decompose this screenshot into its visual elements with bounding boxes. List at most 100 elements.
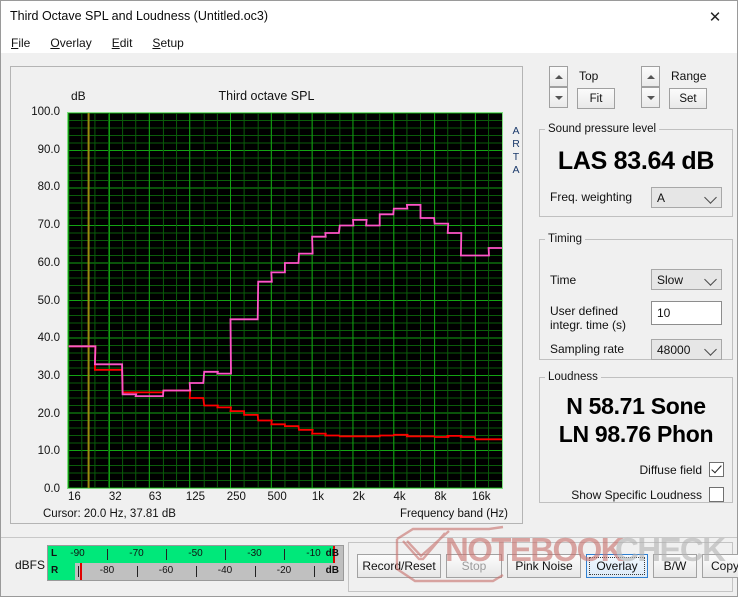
bottom-bar: dBFS L dB -90 -70 -50 -30 -10 R dB -80 -60 -40…	[1, 537, 738, 596]
range-set-button[interactable]: Set	[669, 88, 707, 109]
meter-left-label: L	[51, 548, 58, 559]
y-tick-label: 60.0	[37, 256, 60, 269]
sound-pressure-level-group: Sound pressure level LAS 83.64 dB Freq. …	[539, 123, 733, 217]
title-bar: Third Octave SPL and Loudness (Untitled.…	[1, 1, 737, 34]
meter-right-label: R	[51, 565, 59, 576]
meter-left-unit: dB	[325, 548, 339, 559]
y-tick-label: 40.0	[37, 332, 60, 345]
user-integration-time-input[interactable]	[651, 301, 722, 325]
top-spinner-down[interactable]	[549, 87, 568, 108]
top-spinner[interactable]	[549, 66, 568, 108]
stop-button: Stop	[446, 554, 502, 578]
menu-setup-rest: etup	[160, 35, 184, 50]
meter-tick-mark	[225, 549, 226, 560]
spl-chart-svg	[68, 113, 502, 488]
menu-edit-accel: E	[111, 35, 120, 50]
meter-tick-label: -10	[306, 548, 321, 559]
triangle-up-icon	[554, 74, 563, 79]
freq-weighting-select[interactable]: A	[651, 187, 722, 208]
meter-tick-label: -80	[99, 565, 115, 576]
meter-tick-mark	[254, 566, 256, 577]
time-select[interactable]: Slow	[651, 269, 722, 290]
time-label: Time	[550, 273, 577, 287]
dbfs-level-meter: L dB -90 -70 -50 -30 -10 R dB -80 -60 -40 -20	[47, 545, 344, 581]
overlay-button[interactable]: Overlay	[586, 554, 648, 578]
triangle-down-icon	[554, 95, 563, 100]
pink-noise-button[interactable]: Pink Noise	[507, 554, 581, 578]
chart-title: Third octave SPL	[218, 89, 315, 103]
menu-item-file[interactable]: File	[9, 35, 32, 51]
meter-tick-mark	[166, 549, 167, 560]
x-tick-label: 125	[185, 491, 206, 503]
sampling-rate-select[interactable]: 48000	[651, 339, 722, 360]
time-value: Slow	[657, 272, 684, 287]
show-specific-loudness-checkbox[interactable]	[709, 487, 724, 502]
y-tick-label: 100.0	[31, 106, 60, 118]
x-tick-label: 2k	[352, 491, 365, 503]
loudness-group: Loudness N 58.71 Sone LN 98.76 Phon Diff…	[539, 371, 733, 503]
meter-tick-label: -90	[70, 548, 85, 559]
meter-right-peak	[80, 563, 83, 580]
record-reset-button[interactable]: Record/Reset	[357, 554, 441, 578]
sampling-rate-value: 48000	[657, 342, 691, 357]
menu-item-edit[interactable]: Edit	[110, 35, 135, 51]
meter-tick-label: -40	[217, 565, 233, 576]
y-axis-labels: 0.0 10.0 20.0 30.0 40.0 50.0 60.0 70.0 80.0 90.0 1…	[11, 106, 63, 495]
menu-item-setup[interactable]: Setup	[150, 35, 185, 51]
range-spinner[interactable]	[641, 66, 660, 108]
menu-overlay-rest: verlay	[59, 35, 92, 50]
meter-tick-mark	[107, 549, 108, 560]
diffuse-field-checkbox[interactable]	[709, 462, 724, 477]
x-axis-labels: 16 32 63 125 250 500 1k 2k 4k 8k 16k	[67, 491, 503, 509]
b-w-button[interactable]: B/W	[653, 554, 697, 578]
button-label: Stop	[461, 559, 487, 573]
plot-area[interactable]	[67, 112, 503, 489]
x-tick-label: 250	[226, 491, 246, 503]
cursor-readout: Cursor: 20.0 Hz, 37.81 dB	[43, 508, 176, 520]
diffuse-field-row[interactable]: Diffuse field	[640, 462, 724, 477]
top-fit-button[interactable]: Fit	[577, 88, 615, 109]
x-tick-label: 4k	[393, 491, 406, 503]
y-tick-label: 30.0	[37, 369, 60, 382]
meter-tick-label: -20	[276, 565, 292, 576]
meter-tick-label: -50	[188, 548, 203, 559]
meter-tick-mark	[284, 549, 285, 560]
menu-overlay-accel: O	[50, 35, 60, 50]
loudness-phon-value: LN 98.76 Phon	[558, 421, 714, 447]
meter-tick-label: -30	[247, 548, 262, 559]
copy-button[interactable]: Copy	[702, 554, 738, 578]
timing-group-legend: Timing	[548, 233, 583, 245]
range-spinner-up[interactable]	[641, 66, 660, 87]
menu-file-rest: ile	[18, 35, 31, 50]
plot-wrapper[interactable]	[67, 112, 503, 489]
scale-controls: Top Fit Range Set	[549, 66, 731, 110]
x-tick-label: 32	[108, 491, 122, 503]
arta-third-octave-window: Third Octave SPL and Loudness (Untitled.…	[0, 0, 738, 597]
x-tick-label: 8k	[434, 491, 447, 503]
range-spinner-down[interactable]	[641, 87, 660, 108]
meter-tick-mark	[195, 566, 197, 577]
range-label: Range	[671, 69, 707, 83]
x-tick-label: 16	[68, 491, 81, 503]
top-spinner-up[interactable]	[549, 66, 568, 87]
x-tick-label: 1k	[311, 491, 325, 503]
y-tick-label: 50.0	[37, 294, 60, 307]
loudness-sone-value: N 58.71 Sone	[566, 393, 706, 419]
triangle-up-icon	[646, 74, 655, 79]
button-label: B/W	[663, 559, 687, 573]
loudness-group-legend: Loudness	[548, 371, 598, 383]
transport-button-bar: Record/Reset Stop Pink Noise Overlay B/W Copy	[348, 542, 738, 592]
menu-item-overlay[interactable]: Overlay	[48, 35, 93, 51]
menu-bar: File Overlay Edit Setup	[1, 32, 737, 53]
show-specific-loudness-label: Show Specific Loudness	[571, 487, 702, 502]
show-specific-loudness-row[interactable]: Show Specific Loudness	[571, 487, 724, 502]
button-label: Record/Reset	[362, 559, 436, 573]
meter-tick-mark	[313, 566, 315, 577]
close-icon[interactable]: ✕	[693, 1, 737, 32]
freq-weighting-value: A	[657, 190, 666, 205]
user-integration-time-label: User defined integr. time (s)	[550, 304, 627, 332]
meter-left-channel: L dB -90 -70 -50 -30 -10	[48, 546, 343, 563]
window-title: Third Octave SPL and Loudness (Untitled.…	[10, 9, 269, 23]
x-tick-label: 16k	[471, 491, 491, 503]
meter-right-unit: dB	[325, 565, 339, 576]
